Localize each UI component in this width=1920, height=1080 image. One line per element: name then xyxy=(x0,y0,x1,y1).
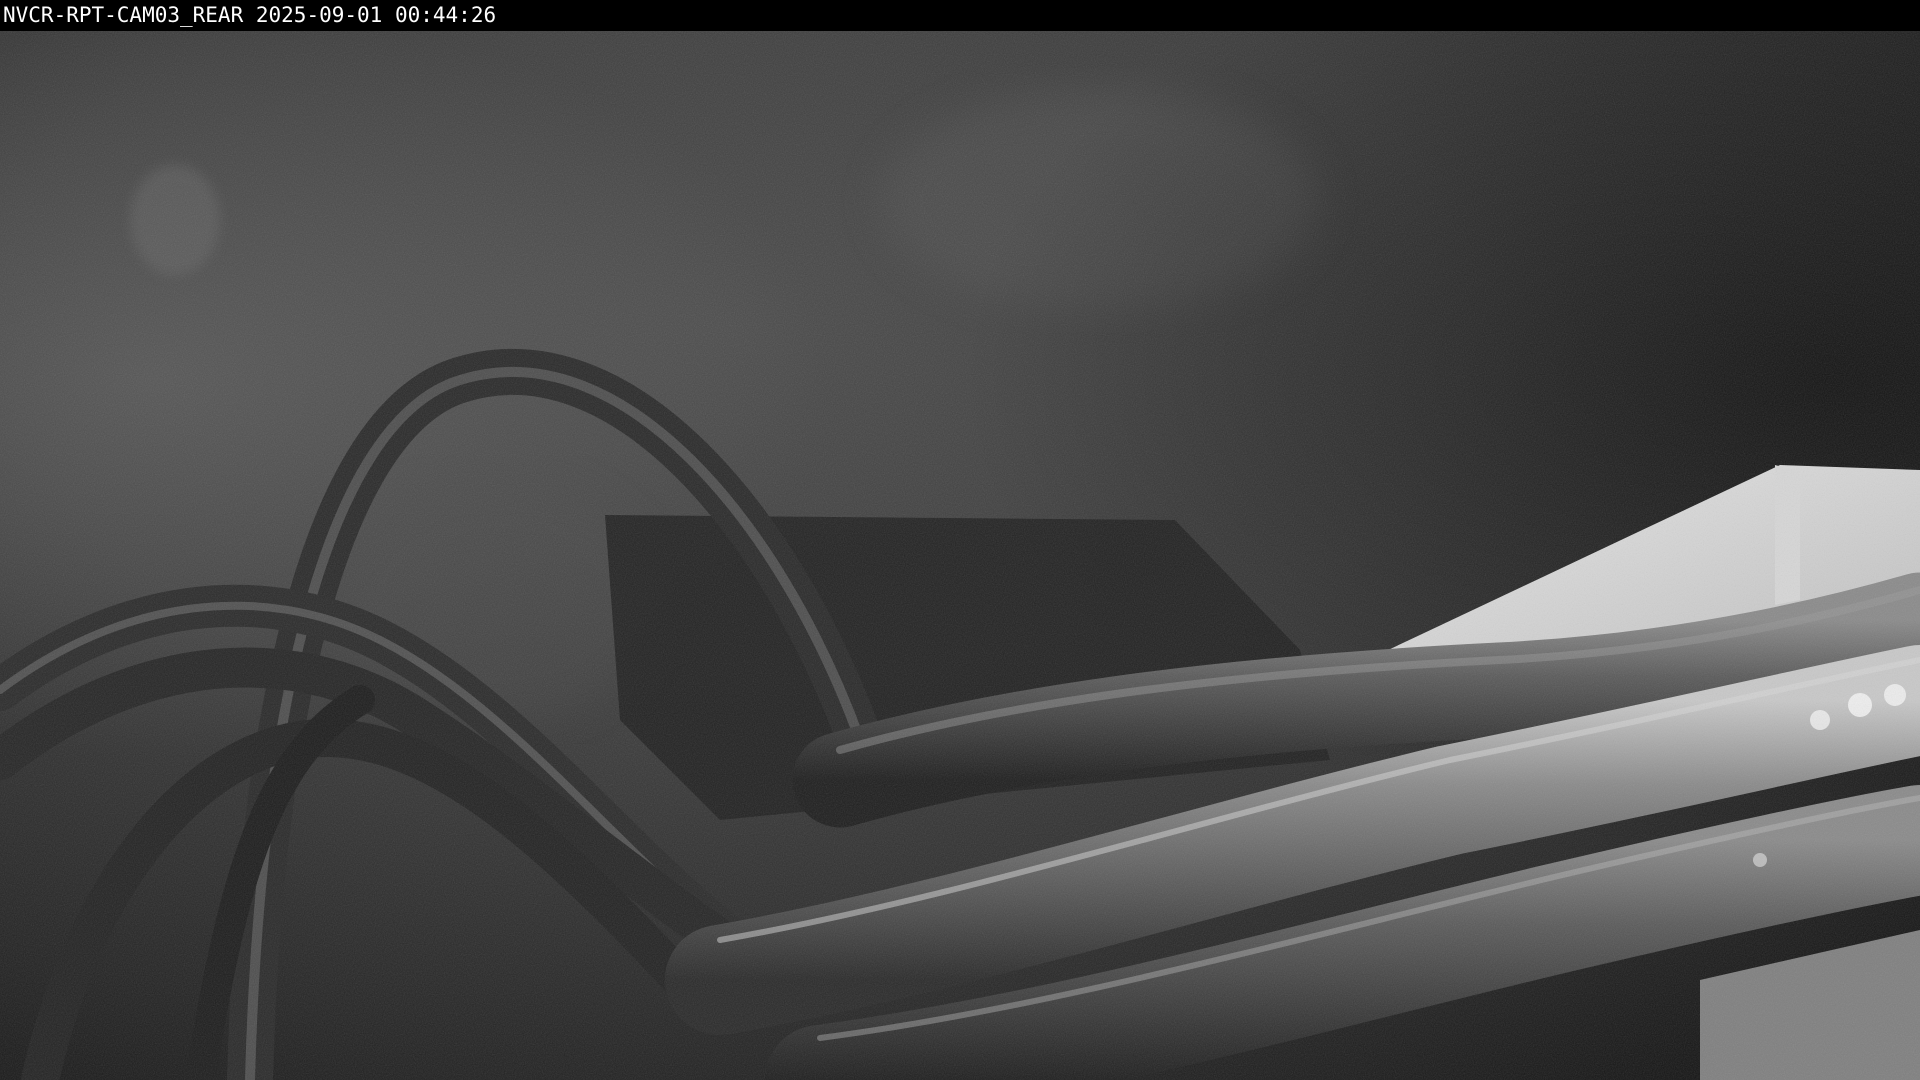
osd-date: 2025-09-01 xyxy=(255,3,383,27)
osd-caption: NVCR-RPT-CAM03_REAR 2025-09-01 00:44:26 xyxy=(3,3,496,27)
osd-banner: NVCR-RPT-CAM03_REAR 2025-09-01 00:44:26 xyxy=(0,0,1920,31)
camera-scene xyxy=(0,0,1920,1080)
camera-id: NVCR-RPT-CAM03_REAR xyxy=(3,3,244,27)
camera-frame: NVCR-RPT-CAM03_REAR 2025-09-01 00:44:26 xyxy=(0,0,1920,1080)
osd-time: 00:44:26 xyxy=(394,3,497,27)
